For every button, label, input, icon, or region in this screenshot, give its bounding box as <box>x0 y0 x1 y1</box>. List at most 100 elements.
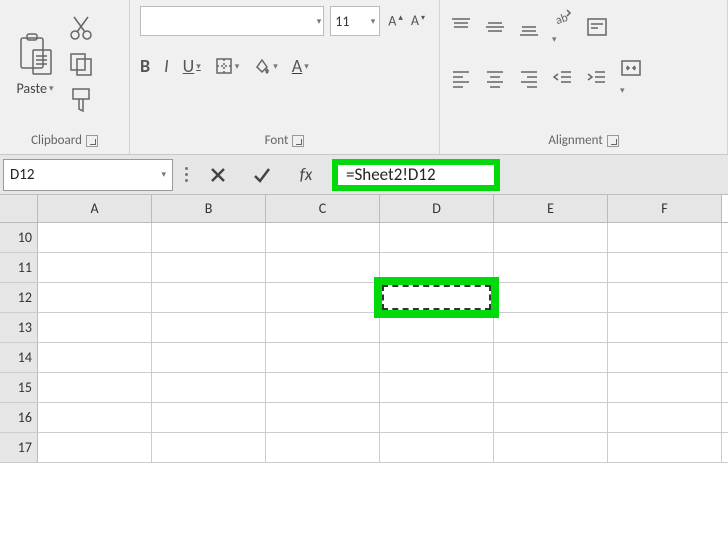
cell[interactable] <box>608 373 722 402</box>
chevron-down-icon: ▾ <box>620 85 625 96</box>
cell[interactable] <box>38 253 152 282</box>
cell[interactable] <box>152 373 266 402</box>
cell[interactable] <box>608 403 722 432</box>
increase-font-icon[interactable]: A▴ <box>386 12 407 30</box>
clipboard-dialog-launcher[interactable] <box>86 135 98 147</box>
cell[interactable] <box>38 403 152 432</box>
borders-button[interactable]: ▾ <box>215 57 240 75</box>
cell[interactable] <box>380 223 494 252</box>
cell[interactable] <box>266 373 380 402</box>
cell[interactable] <box>38 223 152 252</box>
cell[interactable] <box>380 433 494 462</box>
cell[interactable] <box>152 343 266 372</box>
enter-button[interactable] <box>244 159 280 191</box>
cell[interactable] <box>266 313 380 342</box>
row-header[interactable]: 16 <box>0 403 38 432</box>
col-header[interactable]: E <box>494 195 608 222</box>
row-header[interactable]: 14 <box>0 343 38 372</box>
cell-d12-active[interactable] <box>380 283 494 312</box>
cell[interactable] <box>38 343 152 372</box>
italic-button[interactable]: I <box>164 55 169 77</box>
orientation-icon[interactable]: ab▾ <box>552 6 574 47</box>
align-center-icon[interactable] <box>484 67 506 89</box>
decrease-font-icon[interactable]: A▾ <box>409 12 429 30</box>
cell[interactable] <box>608 433 722 462</box>
paste-button[interactable]: Paste▾ <box>6 6 64 122</box>
cell[interactable] <box>38 433 152 462</box>
cell[interactable] <box>152 223 266 252</box>
cell[interactable] <box>152 433 266 462</box>
row-header[interactable]: 17 <box>0 433 38 462</box>
row-header[interactable]: 11 <box>0 253 38 282</box>
font-size-dropdown[interactable]: 11▾ <box>330 6 380 36</box>
col-header[interactable]: A <box>38 195 152 222</box>
font-family-dropdown[interactable]: ▾ <box>140 6 324 36</box>
row-header[interactable]: 10 <box>0 223 38 252</box>
cell[interactable] <box>38 313 152 342</box>
row-header[interactable]: 15 <box>0 373 38 402</box>
menu-dots-icon[interactable] <box>181 167 192 182</box>
cell[interactable] <box>152 283 266 312</box>
col-header[interactable]: D <box>380 195 494 222</box>
alignment-dialog-launcher[interactable] <box>607 135 619 147</box>
row-header[interactable]: 13 <box>0 313 38 342</box>
col-header[interactable]: C <box>266 195 380 222</box>
col-header[interactable]: F <box>608 195 722 222</box>
cell[interactable] <box>266 283 380 312</box>
cell[interactable] <box>380 403 494 432</box>
cell[interactable] <box>494 283 608 312</box>
cancel-button[interactable] <box>200 159 236 191</box>
align-middle-icon[interactable] <box>484 16 506 38</box>
bold-button[interactable]: B <box>140 55 150 77</box>
cell[interactable] <box>266 223 380 252</box>
cell[interactable] <box>380 343 494 372</box>
cell[interactable] <box>494 403 608 432</box>
cell[interactable] <box>494 373 608 402</box>
cell[interactable] <box>494 343 608 372</box>
insert-function-button[interactable]: fx <box>288 159 324 191</box>
cut-icon[interactable] <box>68 15 94 41</box>
cell[interactable] <box>494 253 608 282</box>
cell[interactable] <box>152 253 266 282</box>
format-painter-icon[interactable] <box>68 87 94 113</box>
cell[interactable] <box>608 343 722 372</box>
cell[interactable] <box>494 313 608 342</box>
select-all-corner[interactable] <box>0 195 38 222</box>
cell[interactable] <box>38 283 152 312</box>
cell[interactable] <box>266 253 380 282</box>
cell[interactable] <box>608 253 722 282</box>
cell[interactable] <box>494 433 608 462</box>
cell[interactable] <box>38 373 152 402</box>
spreadsheet-grid[interactable]: A B C D E F 10 11 12 13 14 15 16 17 <box>0 195 728 546</box>
cell[interactable] <box>266 433 380 462</box>
merge-center-icon[interactable]: ▾ <box>620 57 642 98</box>
align-bottom-icon[interactable] <box>518 16 540 38</box>
cell[interactable] <box>494 223 608 252</box>
cell[interactable] <box>608 223 722 252</box>
decrease-indent-icon[interactable] <box>552 67 574 89</box>
cell[interactable] <box>608 313 722 342</box>
cell[interactable] <box>380 313 494 342</box>
underline-button[interactable]: U ▾ <box>183 55 201 77</box>
font-color-button[interactable]: A ▾ <box>292 55 309 77</box>
col-header[interactable]: B <box>152 195 266 222</box>
cell[interactable] <box>380 253 494 282</box>
align-top-icon[interactable] <box>450 16 472 38</box>
copy-icon[interactable] <box>68 51 94 77</box>
cell[interactable] <box>152 313 266 342</box>
increase-indent-icon[interactable] <box>586 67 608 89</box>
fill-color-button[interactable]: ▾ <box>253 57 278 75</box>
cell[interactable] <box>380 373 494 402</box>
grow-shrink-font[interactable]: A▴ A▾ <box>386 12 429 30</box>
cell[interactable] <box>152 403 266 432</box>
cell[interactable] <box>266 403 380 432</box>
cell[interactable] <box>266 343 380 372</box>
row-header[interactable]: 12 <box>0 283 38 312</box>
align-left-icon[interactable] <box>450 67 472 89</box>
align-right-icon[interactable] <box>518 67 540 89</box>
font-dialog-launcher[interactable] <box>292 135 304 147</box>
name-box[interactable]: D12▾ <box>3 159 173 191</box>
formula-input[interactable]: =Sheet2!D12 <box>332 159 500 191</box>
wrap-text-icon[interactable] <box>586 16 608 38</box>
cell[interactable] <box>608 283 722 312</box>
